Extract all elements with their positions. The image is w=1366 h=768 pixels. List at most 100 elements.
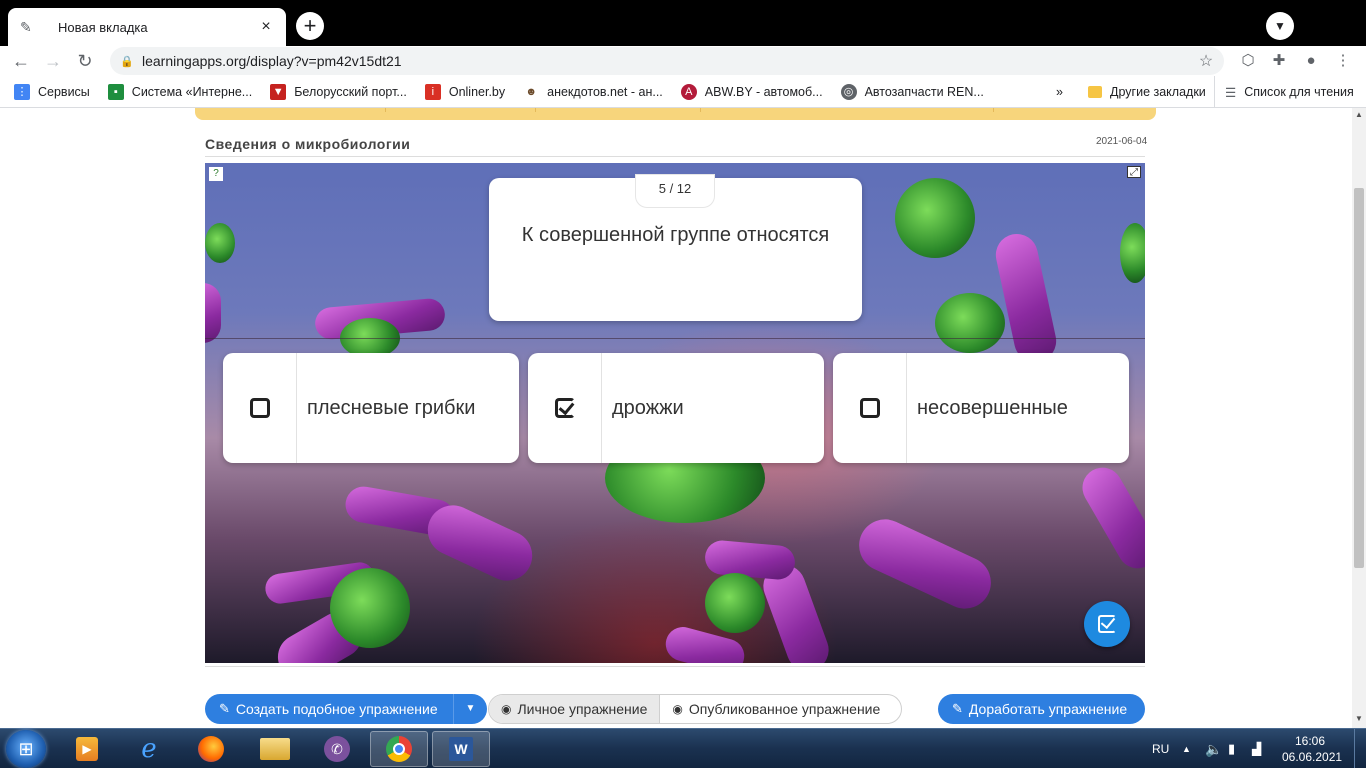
bookmark-item[interactable]: A ABW.BY - автомоб... [680, 83, 823, 100]
create-similar-button[interactable]: ✎ Создать подобное упражнение ▼ [205, 694, 487, 724]
improve-exercise-button[interactable]: ✎ Доработать упражнение [938, 694, 1145, 724]
stage-horizon-line [205, 338, 1145, 339]
bookmark-item[interactable]: ◎ Автозапчасти REN... [840, 83, 984, 100]
bookmark-item[interactable]: ☻ анекдотов.net - ан... [523, 83, 663, 100]
bookmark-item[interactable]: ▪ Система «Интерне... [107, 83, 252, 100]
eye-slash-icon: ◉ [501, 702, 512, 716]
answer-checkbox[interactable] [833, 353, 907, 463]
question-counter: 5 / 12 [635, 174, 715, 208]
viber-icon: ✆ [324, 736, 350, 762]
battery-icon[interactable]: ▮ [1228, 729, 1235, 768]
firefox-app[interactable] [182, 731, 240, 767]
profile-avatar-icon[interactable]: ● [1300, 50, 1322, 72]
virus-decoration [705, 573, 765, 633]
back-icon[interactable]: ← [10, 50, 32, 72]
divider [205, 156, 1145, 157]
improve-exercise-label: Доработать упражнение [968, 701, 1128, 717]
show-desktop-button[interactable] [1354, 729, 1366, 768]
answer-checkbox[interactable] [528, 353, 602, 463]
bookmark-item[interactable]: ▼ Белорусский порт... [270, 83, 407, 100]
checkbox-empty-icon [249, 398, 270, 418]
caret-down-icon[interactable]: ▼ [453, 694, 487, 724]
scroll-up-arrow-icon[interactable]: ▲ [1352, 110, 1366, 122]
answer-checkbox[interactable] [223, 353, 297, 463]
tray-expand-icon[interactable]: ▲ [1182, 729, 1191, 768]
personal-exercise-tab[interactable]: ◉ Личное упражнение [489, 695, 661, 723]
check-answers-button[interactable] [1084, 601, 1130, 647]
answer-option[interactable]: дрожжи [528, 353, 824, 463]
folder-icon [260, 738, 290, 760]
extensions-puzzle-icon[interactable]: ✚ [1268, 50, 1290, 72]
internet-explorer-app[interactable]: e [120, 731, 178, 767]
bacterium-decoration [1075, 460, 1145, 576]
create-similar-label: Создать подобное упражнение [235, 701, 438, 717]
browser-toolbar: ← → ↻ 🔒 learningapps.org/display?v=pm42v… [0, 46, 1366, 76]
internet-explorer-icon: e [141, 734, 157, 764]
bookmark-item[interactable]: ⋮ Сервисы [14, 83, 90, 100]
extension-box-icon[interactable]: ⬡ [1237, 50, 1259, 72]
language-indicator[interactable]: RU [1152, 729, 1169, 768]
joke-favicon-icon: ☻ [523, 83, 540, 100]
help-icon[interactable]: ? [209, 167, 223, 181]
virus-decoration [1120, 223, 1145, 283]
site-favicon-icon: ▪ [107, 83, 124, 100]
other-bookmarks-folder[interactable]: Другие закладки [1088, 76, 1206, 108]
scroll-thumb[interactable] [1354, 188, 1364, 568]
fullscreen-icon[interactable]: ⤢ [1127, 166, 1141, 178]
exercise-stage: ? ⤢ 5 / 12 К совершенной группе относятс… [205, 163, 1145, 663]
bookmarks-overflow-button[interactable]: » [1056, 76, 1063, 108]
apps-grid-icon: ⋮ [14, 83, 30, 100]
forward-icon[interactable]: → [42, 50, 64, 72]
tab-search-dropdown-icon[interactable]: ▼ [1266, 12, 1294, 40]
lock-icon: 🔒 [120, 55, 134, 68]
virus-decoration [895, 178, 975, 258]
bookmark-label: ABW.BY - автомоб... [704, 84, 823, 99]
file-explorer-app[interactable] [246, 731, 304, 767]
volume-icon[interactable]: 🔈 [1205, 729, 1222, 768]
shield-favicon-icon: ▼ [270, 83, 287, 100]
checkbox-checked-icon [554, 398, 575, 418]
tab-title: Новая вкладка [58, 19, 148, 35]
check-icon [1098, 615, 1116, 633]
media-player-app[interactable]: ▶ [58, 731, 116, 767]
virus-decoration [205, 223, 235, 263]
globe-favicon-icon: ◎ [840, 83, 857, 100]
exercise-title: Сведения о микробиологии [205, 136, 411, 152]
bacterium-decoration [703, 539, 797, 581]
network-signal-icon[interactable]: ▟ [1252, 729, 1261, 768]
tab-close-icon[interactable]: × [258, 19, 274, 35]
page-scrollbar[interactable]: ▲ ▼ [1352, 108, 1366, 728]
word-icon: W [449, 737, 473, 761]
bookmark-star-icon[interactable]: ☆ [1194, 51, 1218, 71]
checkbox-empty-icon [859, 398, 880, 418]
scroll-down-arrow-icon[interactable]: ▼ [1352, 714, 1366, 726]
browser-tab[interactable]: ✎ Новая вкладка × [8, 8, 286, 46]
language-label: RU [1152, 742, 1170, 756]
new-tab-button[interactable]: + [296, 12, 324, 40]
abw-favicon-icon: A [680, 83, 697, 100]
eye-icon: ◉ [672, 702, 683, 716]
answer-label: дрожжи [612, 396, 684, 419]
reading-list-label: Список для чтения [1244, 85, 1354, 99]
menu-kebab-icon[interactable]: ⋮ [1332, 50, 1354, 72]
bookmark-label: Белорусский порт... [294, 84, 407, 99]
bacterium-decoration [991, 230, 1061, 366]
virus-decoration [330, 568, 410, 648]
reload-icon[interactable]: ↻ [74, 50, 96, 72]
viber-app[interactable]: ✆ [308, 731, 366, 767]
published-exercise-tab[interactable]: ◉ Опубликованное упражнение [660, 695, 892, 723]
chrome-app[interactable] [370, 731, 428, 767]
visibility-toggle: ◉ Личное упражнение ◉ Опубликованное упр… [488, 694, 902, 724]
start-button[interactable]: ⊞ [6, 730, 46, 768]
clock-time: 16:06 [1294, 734, 1326, 748]
reading-list-button[interactable]: ☰ Список для чтения [1214, 76, 1354, 108]
system-clock[interactable]: 16:06 06.06.2021 [1282, 733, 1342, 765]
answer-option[interactable]: плесневые грибки [223, 353, 519, 463]
answer-option[interactable]: несовершенные [833, 353, 1129, 463]
bookmark-item[interactable]: i Onliner.by [424, 83, 505, 100]
url-text[interactable]: learningapps.org/display?v=pm42v15dt21 [142, 53, 1194, 69]
address-bar[interactable]: 🔒 learningapps.org/display?v=pm42v15dt21… [110, 47, 1224, 75]
word-app[interactable]: W [432, 731, 490, 767]
tab-strip: ✎ Новая вкладка × + ▼ [0, 0, 1366, 46]
answer-label: несовершенные [917, 396, 1068, 419]
